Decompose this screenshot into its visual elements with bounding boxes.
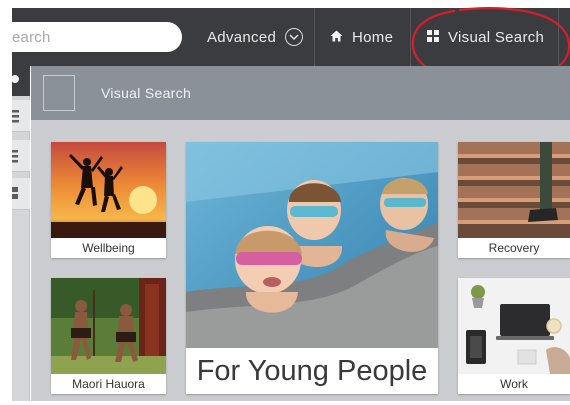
recovery-photo [458,142,570,238]
search-placeholder: earch [12,29,51,46]
nav-home-link[interactable]: Home [330,8,393,66]
settings-icon [11,75,19,83]
page-title: Visual Search [101,85,192,101]
maori-hauora-photo [51,278,166,374]
tile-label: Work [458,374,570,394]
tile-recovery[interactable]: Recovery [458,142,570,258]
advanced-label: Advanced [207,28,277,46]
list-icon [12,110,19,123]
young-people-photo [186,142,438,348]
tile-label: Wellbeing [51,238,166,258]
tile-maori-hauora[interactable]: Maori Hauora [51,278,166,394]
tile-label: Recovery [458,238,570,258]
work-photo [458,278,570,374]
tile-label: Maori Hauora [51,374,166,394]
wellbeing-photo [51,142,166,238]
tile-for-young-people[interactable]: For Young People [186,142,438,394]
tile-work[interactable]: Work [458,278,570,394]
detail-view-button[interactable] [12,140,30,172]
tile-label: For Young People [186,348,438,394]
chevron-down-icon [285,28,304,46]
tile-wellbeing[interactable]: Wellbeing [51,142,166,258]
left-toolbar-header [11,66,30,96]
left-toolbar [11,66,30,401]
grid-icon [12,187,18,199]
page-header: Visual Search [31,66,570,120]
home-label: Home [352,28,394,46]
visual-search-grid: Wellbeing For Young People Recovery Maor… [31,120,570,401]
nav-divider [314,8,315,66]
list-icon [12,150,18,163]
grid-view-button[interactable] [12,178,30,210]
search-input[interactable]: earch [12,22,182,52]
page-thumbnail [43,75,75,111]
list-view-button[interactable] [12,100,30,132]
home-icon [330,29,343,46]
advanced-search-toggle[interactable]: Advanced [207,8,304,66]
